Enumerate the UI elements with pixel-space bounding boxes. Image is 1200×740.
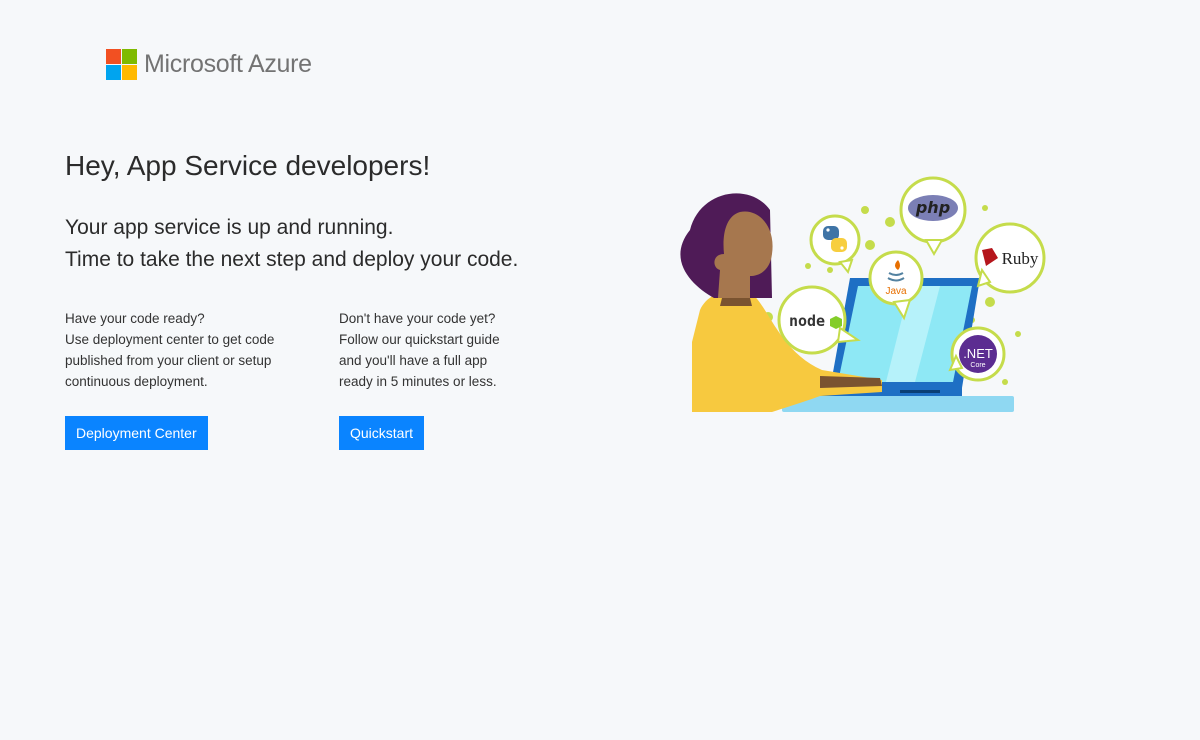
dotnet-bubble: .NET Core xyxy=(948,326,1006,382)
quickstart-text-line-3: and you'll have a full app xyxy=(339,353,488,368)
quickstart-button[interactable]: Quickstart xyxy=(339,416,425,450)
python-bubble xyxy=(809,214,861,275)
deploy-text-line-2: Use deployment center to get code xyxy=(65,332,275,347)
logo-square-green xyxy=(122,49,137,64)
java-label: Java xyxy=(885,286,907,297)
deploy-text-line-1: Have your code ready? xyxy=(65,311,205,326)
quickstart-text-line-4: ready in 5 minutes or less. xyxy=(339,374,497,389)
developer-illustration: php Ruby Java node .NET Core xyxy=(680,176,1046,412)
dotnet-label: .NET xyxy=(963,346,993,361)
subtitle-line-2: Time to take the next step and deploy yo… xyxy=(65,248,519,271)
quickstart-description: Don't have your code yet? Follow our qui… xyxy=(339,308,589,392)
deployment-center-button[interactable]: Deployment Center xyxy=(65,416,208,450)
deploy-text-line-3: published from your client or setup xyxy=(65,353,272,368)
ruby-label: Ruby xyxy=(1002,249,1039,268)
php-bubble: php xyxy=(899,176,967,257)
brand-name: Microsoft Azure xyxy=(144,50,312,78)
ruby-bubble: Ruby xyxy=(974,222,1046,294)
microsoft-logo-icon xyxy=(106,49,137,80)
quickstart-text-line-2: Follow our quickstart guide xyxy=(339,332,500,347)
deployment-description: Have your code ready? Use deployment cen… xyxy=(65,308,315,392)
logo-square-red xyxy=(106,49,121,64)
microsoft-azure-logo: Microsoft Azure xyxy=(106,49,312,80)
quickstart-text-line-1: Don't have your code yet? xyxy=(339,311,496,326)
page-title: Hey, App Service developers! xyxy=(65,150,431,181)
dotnet-sub-label: Core xyxy=(970,362,985,369)
hero-subtitle: Your app service is up and running. Time… xyxy=(65,212,518,276)
php-label: php xyxy=(915,198,950,217)
logo-square-yellow xyxy=(122,65,137,80)
logo-square-blue xyxy=(106,65,121,80)
node-label: node xyxy=(789,312,825,330)
deploy-text-line-4: continuous deployment. xyxy=(65,374,208,389)
subtitle-line-1: Your app service is up and running. xyxy=(65,216,394,239)
